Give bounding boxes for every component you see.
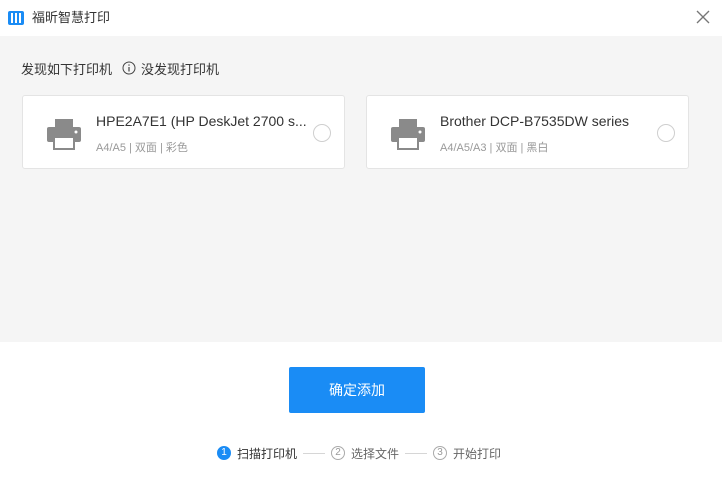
printer-icon bbox=[391, 119, 425, 150]
step-number: 3 bbox=[433, 446, 448, 460]
progress-steps: 1 扫描打印机 2 选择文件 3 开始打印 bbox=[217, 444, 501, 462]
printer-select-radio[interactable] bbox=[657, 124, 675, 142]
printer-select-radio[interactable] bbox=[313, 124, 331, 142]
app-logo-icon bbox=[8, 11, 24, 25]
found-printers-label: 发现如下打印机 bbox=[21, 61, 113, 77]
found-row: 发现如下打印机 没发现打印机 bbox=[21, 59, 219, 77]
printer-specs: A4/A5 | 双面 | 彩色 bbox=[96, 142, 188, 154]
step-number: 1 bbox=[217, 446, 231, 460]
app-title: 福昕智慧打印 bbox=[32, 10, 111, 25]
printer-name: Brother DCP-B7535DW series bbox=[440, 113, 630, 129]
close-icon[interactable] bbox=[694, 8, 712, 26]
step-connector bbox=[303, 452, 326, 454]
printer-card[interactable]: HPE2A7E1 (HP DeskJet 2700 s... A4/A5 | 双… bbox=[22, 95, 345, 169]
step-label: 扫描打印机 bbox=[237, 446, 298, 461]
no-printer-help-link[interactable]: 没发现打印机 bbox=[122, 59, 219, 78]
confirm-add-button[interactable]: 确定添加 bbox=[289, 367, 425, 413]
title-bar: 福昕智慧打印 bbox=[0, 0, 722, 36]
step-select-file: 2 选择文件 bbox=[331, 445, 399, 462]
step-label: 选择文件 bbox=[351, 446, 400, 461]
step-scan: 1 扫描打印机 bbox=[217, 445, 297, 462]
step-number: 2 bbox=[331, 446, 346, 460]
printer-card[interactable]: Brother DCP-B7535DW series A4/A5/A3 | 双面… bbox=[366, 95, 689, 169]
app-window: 福昕智慧打印 发现如下打印机 没发现打印机 HPE2A7E1 (HP DeskJ… bbox=[0, 0, 722, 479]
step-connector bbox=[405, 452, 428, 454]
no-printer-help-label: 没发现打印机 bbox=[141, 61, 220, 77]
printer-specs: A4/A5/A3 | 双面 | 黑白 bbox=[440, 142, 549, 154]
printer-list-area: 发现如下打印机 没发现打印机 HPE2A7E1 (HP DeskJet 2700… bbox=[0, 36, 722, 342]
step-label: 开始打印 bbox=[453, 446, 502, 461]
step-start-print: 3 开始打印 bbox=[433, 445, 501, 462]
printer-icon bbox=[47, 119, 81, 150]
info-icon bbox=[122, 61, 136, 75]
printer-name: HPE2A7E1 (HP DeskJet 2700 s... bbox=[96, 113, 306, 129]
